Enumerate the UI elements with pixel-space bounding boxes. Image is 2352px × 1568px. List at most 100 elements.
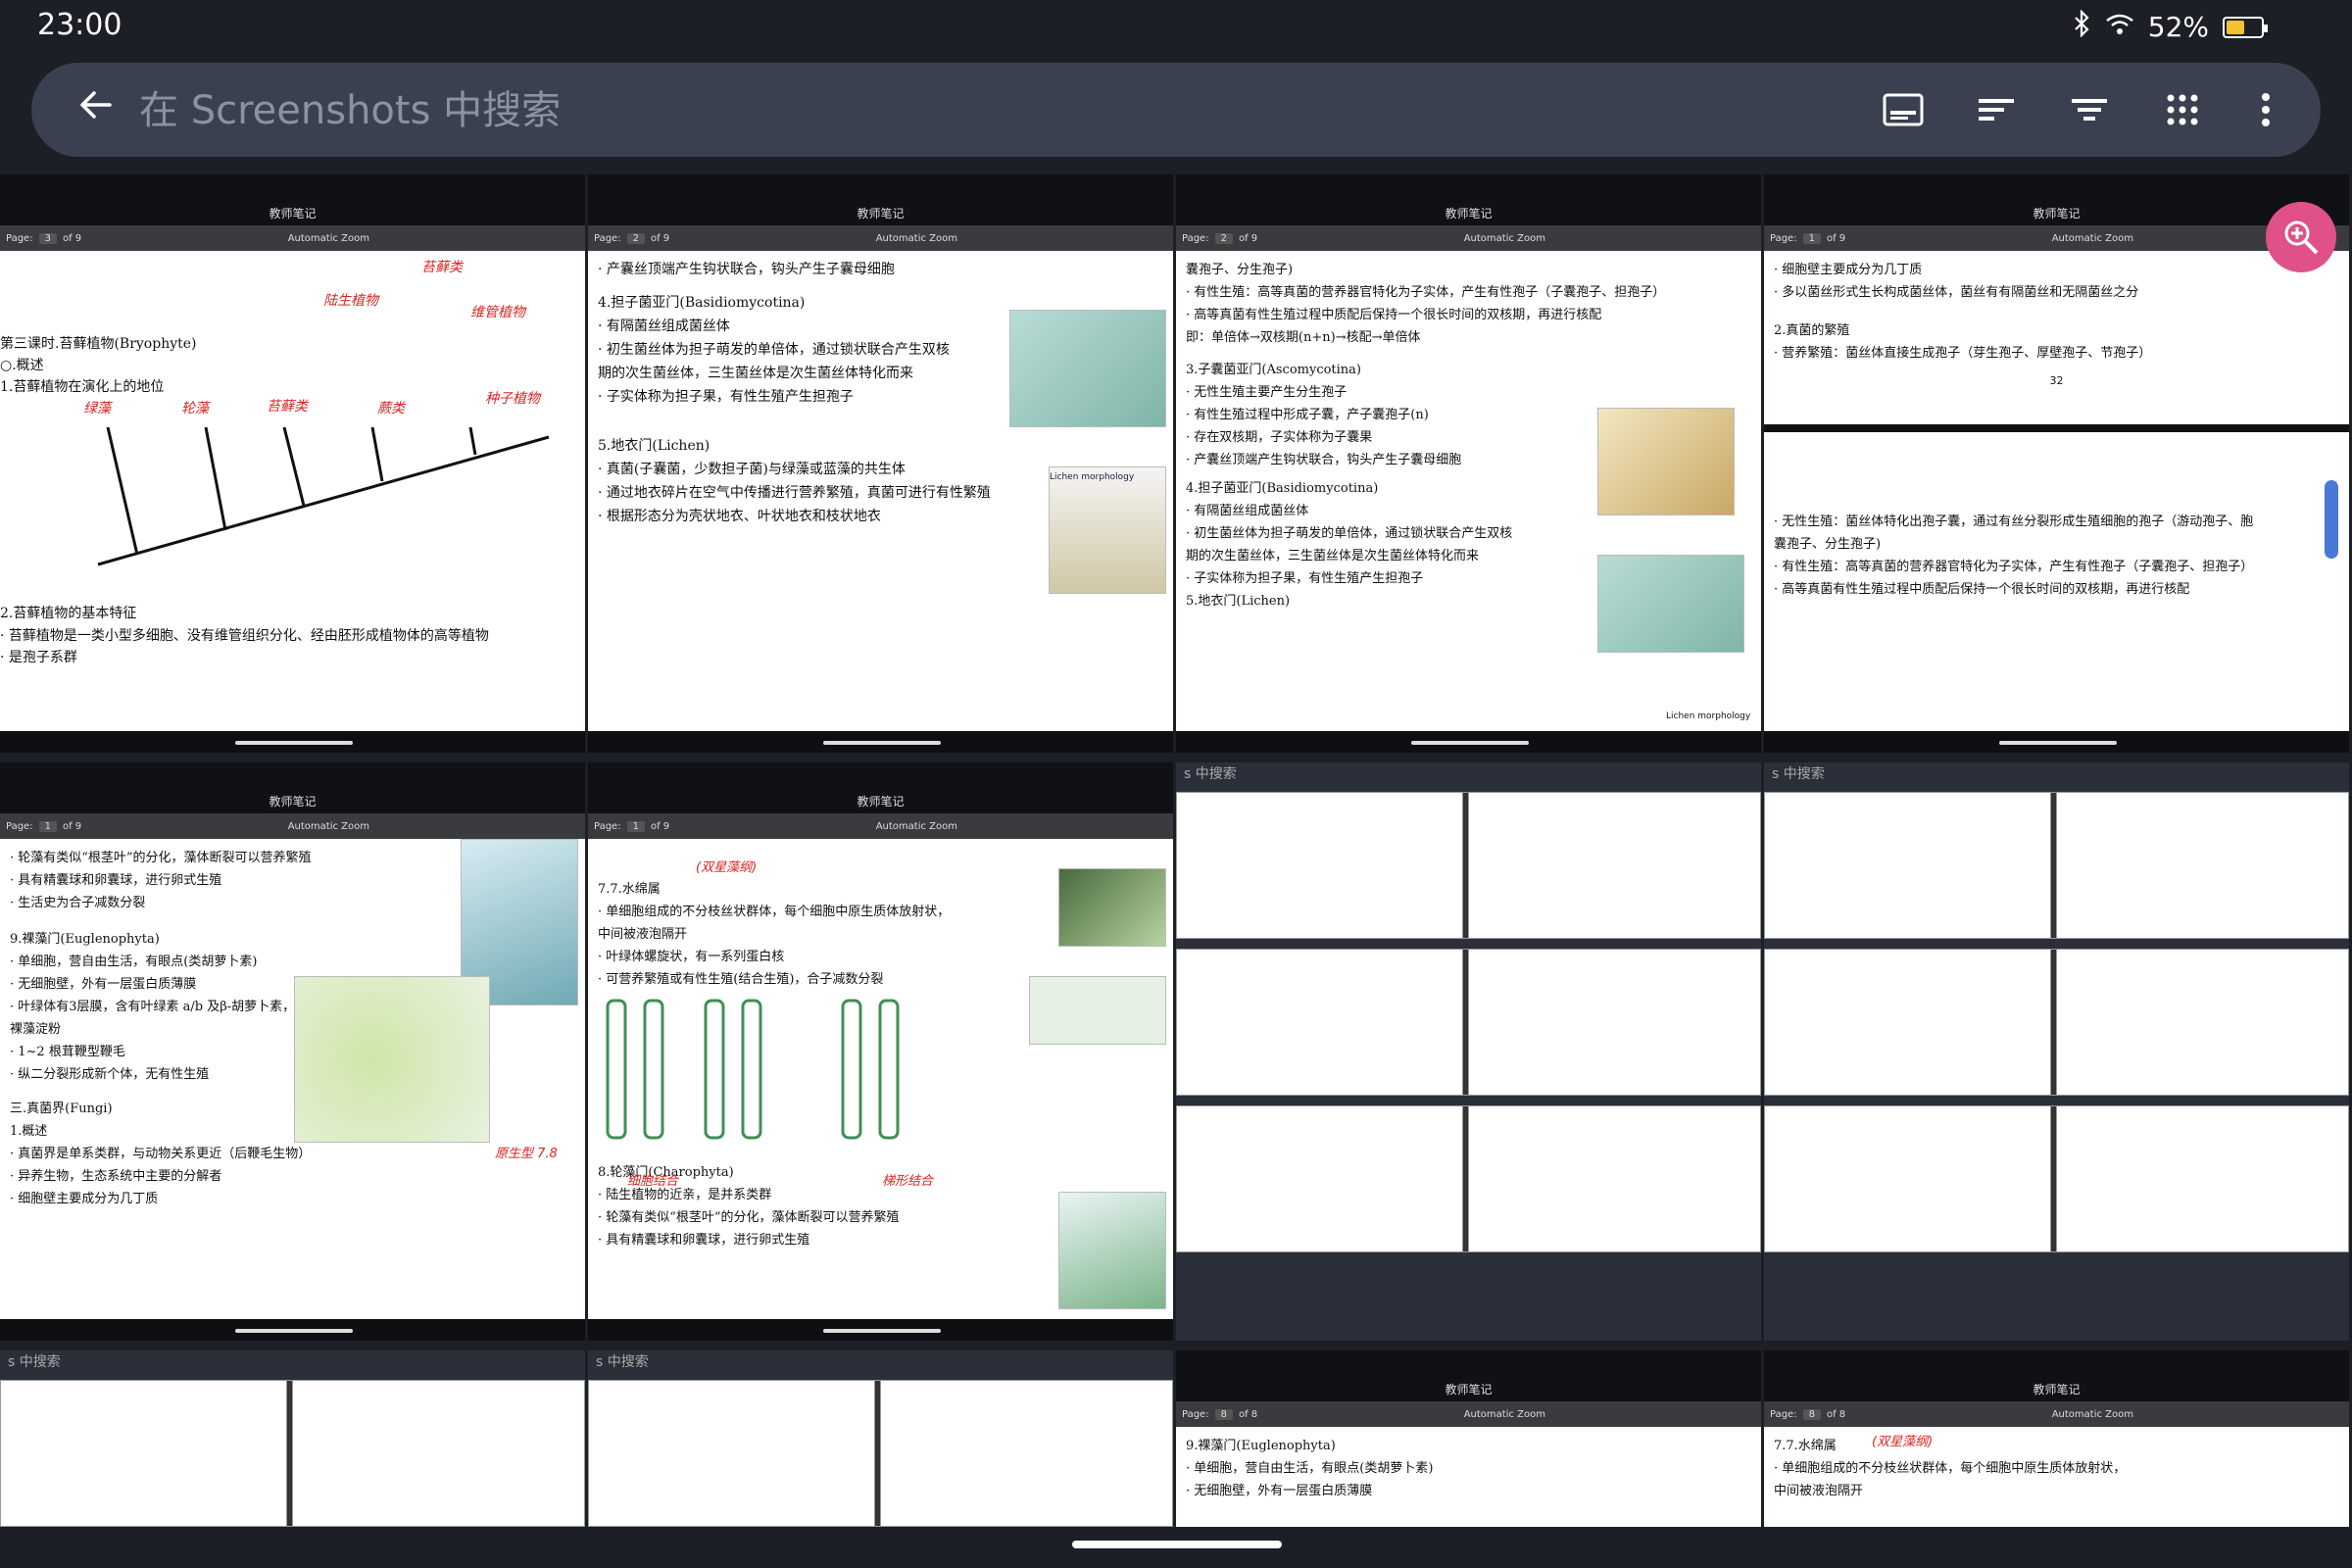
nested-grid-row: [1764, 1105, 2349, 1252]
more-vert-icon: [2262, 93, 2270, 126]
zoom-label: Automatic Zoom: [875, 232, 957, 244]
pdf-page: · 轮藻有类似“根茎叶”的分化，藻体断裂可以营养繁殖 · 具有精囊球和卵囊球，进…: [0, 839, 585, 1319]
text-line: · 有性生殖：高等真菌的营养器官特化为子实体，产生有性孢子（子囊孢子、担孢子）: [1186, 285, 1666, 300]
handwritten-note: (双星藻纲): [696, 860, 758, 875]
pdf-toolbar: Page: 1 of 9 Automatic Zoom: [588, 813, 1173, 839]
text-line: · 纵二分裂形成新个体，无有性生殖: [10, 1067, 210, 1082]
text-line: 三.真菌界(Fungi): [10, 1102, 113, 1116]
text-line: 第三课时.苔藓植物(Bryophyte): [0, 336, 197, 352]
screenshot-thumbnail[interactable]: 教师笔记 Page: 1 of 9 Automatic Zoom · 细胞壁主要成分…: [1764, 174, 2349, 753]
nested-grid-row: [1764, 792, 2349, 939]
scroll-handle: [235, 1329, 353, 1333]
pdf-page: 9.裸藻门(Euglenophyta) · 单细胞，营自由生活，有眼点(类胡萝卜…: [1176, 1427, 1761, 1527]
nested-grid-row: [1764, 949, 2349, 1096]
text-line: 4.担子菌亚门(Basidiomycotina): [598, 295, 806, 311]
page-number: 3: [38, 232, 57, 244]
screenshot-grid: 教师笔记 Page: 3 of 9 Automatic Zoom 陆生植物 苔藓类 …: [0, 174, 2352, 1527]
pdf-toolbar: Page: 1 of 9 Automatic Zoom: [1764, 225, 2349, 251]
more-button[interactable]: [2236, 80, 2295, 139]
zoom-label: Automatic Zoom: [1463, 232, 1545, 244]
handwritten-note: (双星藻纲): [1872, 1435, 1934, 1449]
doc-header: 教师笔记: [0, 174, 585, 225]
caption-button[interactable]: [1874, 80, 1933, 139]
pdf-page: · 细胞壁主要成分为几丁质 · 多以菌丝形式生长构成菌丝体，菌丝有有隔菌丝和无隔…: [1764, 251, 2349, 731]
text-line: · 细胞壁主要成分为几丁质: [10, 1192, 159, 1206]
pdf-page: (双星藻纲) 7.7.水绵属 · 单细胞组成的不分枝丝状群体，每个细胞中原生质体…: [588, 839, 1173, 1319]
screenshot-thumbnail[interactable]: 教师笔记 Page: 8 of 8 Automatic Zoom 9.裸藻门(Eug…: [1176, 1350, 1761, 1527]
nested-search-label: s 中搜索: [0, 1350, 585, 1374]
screenshot-thumbnail[interactable]: 教师笔记 Page: 8 of 8 Automatic Zoom (双星藻纲) 7.…: [1764, 1350, 2349, 1527]
pdf-page: 陆生植物 苔藓类 维管植物 第三课时.苔藓植物(Bryophyte) ○.概述 …: [0, 251, 585, 731]
grid-button[interactable]: [2153, 80, 2212, 139]
zoom-button[interactable]: [2266, 202, 2336, 272]
text-line: 囊孢子、分生孢子): [1186, 263, 1294, 277]
text-line: · 单细胞，营自由生活，有眼点(类胡萝卜素): [1186, 1461, 1434, 1476]
text-line: 8.轮藻门(Charophyta): [598, 1165, 734, 1180]
sort-button[interactable]: [1967, 80, 2026, 139]
nested-search-label: s 中搜索: [588, 1350, 1173, 1374]
zoom-label: Automatic Zoom: [2051, 232, 2133, 244]
gesture-nav-bar[interactable]: [1072, 1541, 1282, 1548]
screenshot-thumbnail[interactable]: 教师笔记 Page: 1 of 9 Automatic Zoom · 轮藻有类似“根…: [0, 762, 585, 1341]
filter-button[interactable]: [2060, 80, 2119, 139]
text-line: 9.裸藻门(Euglenophyta): [1186, 1439, 1336, 1453]
page-count: of 9: [1826, 232, 1846, 244]
handwritten-note: 蕨类: [377, 401, 405, 416]
text-line: 5.地衣门(Lichen): [598, 438, 710, 454]
status-bar: 23:00 52%: [0, 0, 2352, 49]
screenshot-thumbnail[interactable]: s 中搜索: [1764, 762, 2349, 1341]
handwritten-note: 轮藻: [181, 401, 209, 416]
fast-scroll-thumb[interactable]: [2325, 480, 2338, 559]
screenshot-thumbnail[interactable]: s 中搜索: [1176, 762, 1761, 1341]
scroll-handle: [1999, 741, 2117, 745]
nested-search-label: s 中搜索: [1764, 762, 2349, 786]
handwritten-note: 原生型 7.8: [495, 1147, 558, 1161]
screenshot-thumbnail[interactable]: 教师笔记 Page: 2 of 9 Automatic Zoom · 产囊丝顶端产生…: [588, 174, 1173, 753]
hyphae-image: [1597, 555, 1744, 653]
page-number: 8: [1802, 1408, 1821, 1420]
doc-header: 教师笔记: [1764, 174, 2349, 225]
text-line: · 细胞壁主要成分为几丁质: [1774, 263, 1923, 277]
figure-caption: Lichen morphology: [1050, 472, 1135, 482]
text-line: · 营养繁殖：菌丝体直接生成孢子（芽生孢子、厚壁孢子、节孢子）: [1774, 346, 2152, 361]
caption-icon: [1883, 93, 1924, 126]
pdf-toolbar: Page: 8 of 8 Automatic Zoom: [1176, 1401, 1761, 1427]
screenshot-thumbnail[interactable]: 教师笔记 Page: 1 of 9 Automatic Zoom (双星藻纲) 7.…: [588, 762, 1173, 1341]
text-line: 裸藻淀粉: [10, 1022, 62, 1037]
zoom-label: Automatic Zoom: [2051, 1408, 2133, 1420]
text-line: · 1~2 根茸鞭型鞭毛: [10, 1045, 125, 1059]
zoom-label: Automatic Zoom: [1463, 1408, 1545, 1420]
text-line: · 无性生殖：菌丝体特化出孢子囊，通过有丝分裂形成生殖细胞的孢子（游动孢子、胞: [1774, 514, 2254, 529]
pdf-toolbar: Page: 8 of 8 Automatic Zoom: [1764, 1401, 2349, 1427]
ascus-image: [1597, 408, 1735, 515]
gallery-screen: 23:00 52% 在 Screenshots 中搜索 教师笔记 Page: 3…: [0, 0, 2352, 1568]
search-input[interactable]: [139, 86, 1021, 135]
scroll-handle: [235, 741, 353, 745]
text-line: · 无性生殖主要产生分生孢子: [1186, 385, 1348, 400]
page-number: 1: [626, 820, 645, 832]
doc-header: 教师笔记: [588, 174, 1173, 225]
nested-grid-row: [1176, 792, 1761, 939]
page-break: [1764, 424, 2349, 432]
text-line: · 产囊丝顶端产生钩状联合，钩头产生子囊母细胞: [598, 262, 895, 277]
sort-icon: [1979, 99, 2014, 121]
doc-header: 教师笔记: [588, 762, 1173, 813]
screenshot-thumbnail[interactable]: s 中搜索: [588, 1350, 1173, 1527]
text-line: · 高等真菌有性生殖过程中质配后保持一个很长时间的双核期，再进行核配: [1186, 308, 1602, 322]
screenshot-thumbnail[interactable]: 教师笔记 Page: 3 of 9 Automatic Zoom 陆生植物 苔藓类 …: [0, 174, 585, 753]
phylogeny-sketch: [97, 426, 550, 566]
back-button[interactable]: [67, 80, 125, 139]
page-count: of 9: [62, 820, 82, 832]
page-count: of 8: [1238, 1408, 1258, 1420]
arrow-left-icon: [80, 91, 112, 119]
text-line: · 初生菌丝体为担子萌发的单倍体，通过锁状联合产生双核: [1186, 526, 1513, 541]
text-line: 3.子囊菌亚门(Ascomycotina): [1186, 363, 1361, 377]
battery-percent: 52%: [2147, 11, 2209, 43]
scroll-handle: [823, 1329, 941, 1333]
screenshot-thumbnail[interactable]: s 中搜索: [0, 1350, 585, 1527]
search-bar: [31, 63, 2321, 157]
page-count: of 9: [650, 232, 670, 244]
filter-icon: [2072, 99, 2107, 121]
screenshot-thumbnail[interactable]: 教师笔记 Page: 2 of 9 Automatic Zoom 囊孢子、分生孢子)…: [1176, 174, 1761, 753]
spirogyra-image: [1058, 868, 1166, 947]
